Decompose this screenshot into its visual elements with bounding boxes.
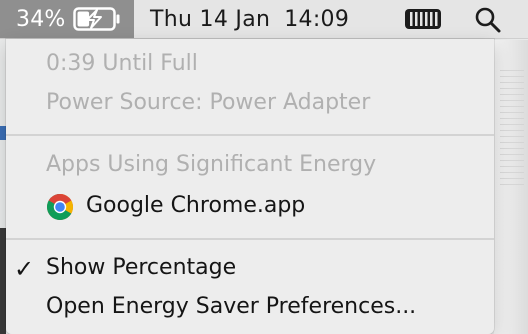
open-energy-saver-label: Open Energy Saver Preferences... (46, 294, 417, 319)
menu-separator (6, 238, 494, 240)
checkmark-icon: ✓ (14, 255, 35, 283)
menu-separator (6, 134, 494, 136)
time-until-full-label: 0:39 Until Full (46, 51, 198, 76)
search-icon[interactable] (474, 6, 502, 34)
open-energy-saver-preferences-item[interactable]: Open Energy Saver Preferences... (6, 294, 494, 326)
app-name-label: Google Chrome.app (86, 193, 306, 218)
battery-status-item[interactable]: 34% (0, 0, 134, 38)
show-percentage-item[interactable]: ✓ Show Percentage (6, 255, 494, 287)
power-source-item: Power Source: Power Adapter (6, 90, 494, 120)
battery-charging-icon (72, 7, 119, 31)
app-item-google-chrome[interactable]: Google Chrome.app (6, 189, 494, 225)
power-source-label: Power Source: Power Adapter (46, 90, 371, 115)
show-percentage-label: Show Percentage (46, 255, 237, 280)
clock-date: Thu 14 Jan (150, 6, 271, 32)
battery-percentage: 34% (16, 6, 66, 32)
clock-time: 14:09 (284, 6, 350, 32)
menu-bar: 34% Thu 14 Jan 14:09 (0, 0, 528, 39)
time-until-full-item: 0:39 Until Full (6, 51, 494, 81)
apps-header-item: Apps Using Significant Energy (6, 152, 494, 182)
background-window-lines (500, 70, 524, 190)
menu-clock[interactable]: Thu 14 Jan 14:09 (150, 0, 349, 38)
apps-header-label: Apps Using Significant Energy (46, 152, 377, 177)
chrome-icon (46, 193, 74, 221)
battery-level-icon[interactable] (404, 8, 442, 30)
battery-dropdown-menu: 0:39 Until Full Power Source: Power Adap… (6, 39, 494, 334)
